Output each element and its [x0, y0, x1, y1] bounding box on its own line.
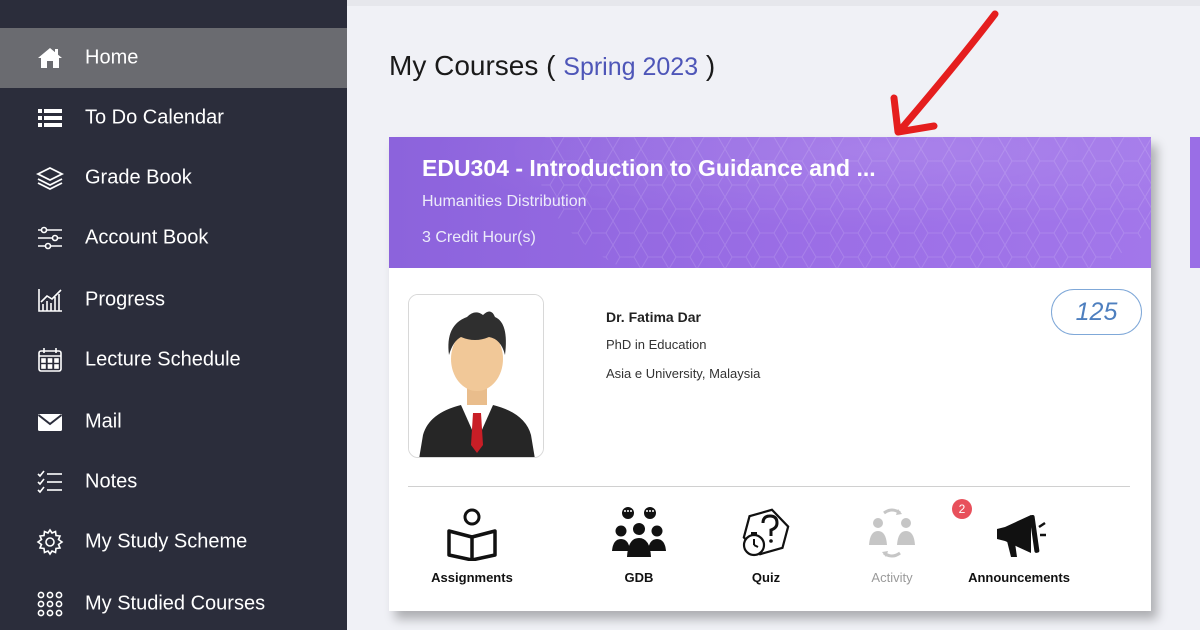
group-discussion-icon [612, 507, 666, 557]
sidebar-item-label: Mail [85, 410, 122, 433]
sidebar-item-label: My Studied Courses [85, 592, 266, 615]
sidebar-item-mail[interactable]: Mail [0, 392, 347, 452]
megaphone-icon [997, 515, 1046, 557]
sidebar-item-label: Lecture Schedule [85, 348, 241, 371]
top-strip [347, 0, 1200, 6]
sidebar-item-home[interactable]: Home [0, 28, 347, 88]
sliders-icon [35, 223, 65, 253]
sidebar-item-progress[interactable]: Progress [0, 270, 347, 330]
sidebar-item-notes[interactable]: Notes [0, 452, 347, 512]
sidebar-item-my-studied-courses[interactable]: My Studied Courses [0, 574, 347, 630]
activity-icon [869, 508, 915, 558]
sidebar-item-my-study-scheme[interactable]: My Study Scheme [0, 512, 347, 572]
main-content: My Courses ( Spring 2023 ) EDU304 - Intr… [347, 0, 1200, 630]
tool-label: GDB [624, 570, 654, 585]
announcements-button[interactable]: Announcements [959, 497, 1079, 597]
sidebar-item-grade-book[interactable]: Grade Book [0, 148, 347, 208]
page-title: My Courses ( Spring 2023 ) [389, 50, 716, 81]
calendar-icon [35, 345, 65, 375]
gdb-button[interactable]: GDB [579, 497, 699, 597]
quiz-button[interactable]: Quiz [706, 497, 826, 597]
course-title[interactable]: EDU304 - Introduction to Guidance and ..… [422, 155, 876, 182]
term-label: Spring 2023 [563, 53, 699, 81]
book-reader-icon [447, 508, 497, 561]
quiz-icon [742, 508, 790, 557]
gear-icon [35, 527, 65, 557]
sidebar: Home To Do Calendar Grade Book Account B… [0, 0, 347, 630]
grid-icon [35, 589, 65, 619]
instructor-avatar [408, 294, 544, 458]
instructor-university: Asia e University, Malaysia [606, 366, 761, 381]
sidebar-item-account-book[interactable]: Account Book [0, 208, 347, 268]
course-credit-hours: 3 Credit Hour(s) [422, 229, 536, 246]
annotation-arrow [890, 10, 999, 136]
home-icon [35, 43, 65, 73]
announcement-badge: 2 [952, 499, 972, 519]
tool-label: Activity [871, 570, 913, 585]
sidebar-item-label: Progress [85, 288, 166, 311]
sidebar-item-lecture-schedule[interactable]: Lecture Schedule [0, 330, 347, 390]
sidebar-item-label: Notes [85, 470, 138, 493]
course-card[interactable]: EDU304 - Introduction to Guidance and ..… [389, 137, 1151, 611]
tool-label: Assignments [431, 570, 513, 585]
list-icon [35, 103, 65, 133]
assignments-button[interactable]: Assignments [412, 497, 532, 597]
sidebar-item-label: Grade Book [85, 166, 192, 189]
instructor-degree: PhD in Education [606, 337, 707, 352]
course-category: Humanities Distribution [422, 193, 587, 210]
tool-label: Quiz [751, 570, 781, 585]
sidebar-item-label: Account Book [85, 226, 209, 249]
sidebar-item-label: Home [85, 46, 139, 69]
course-card-header[interactable]: EDU304 - Introduction to Guidance and ..… [389, 137, 1151, 268]
chart-icon [35, 285, 65, 315]
layers-icon [35, 163, 65, 193]
instructor-name: Dr. Fatima Dar [606, 309, 701, 325]
tool-label: Announcements [968, 570, 1070, 585]
activity-button[interactable]: Activity [832, 497, 952, 597]
checklist-icon [35, 467, 65, 497]
sidebar-item-to-do-calendar[interactable]: To Do Calendar [0, 88, 347, 148]
sidebar-item-label: My Study Scheme [85, 530, 248, 553]
course-count-badge[interactable]: 125 [1051, 289, 1142, 335]
mail-icon [35, 407, 65, 437]
next-course-card-edge[interactable] [1190, 137, 1200, 268]
instructor-info: Dr. Fatima Dar PhD in Education Asia e U… [606, 309, 760, 395]
card-divider [408, 486, 1130, 487]
sidebar-item-label: To Do Calendar [85, 106, 224, 129]
